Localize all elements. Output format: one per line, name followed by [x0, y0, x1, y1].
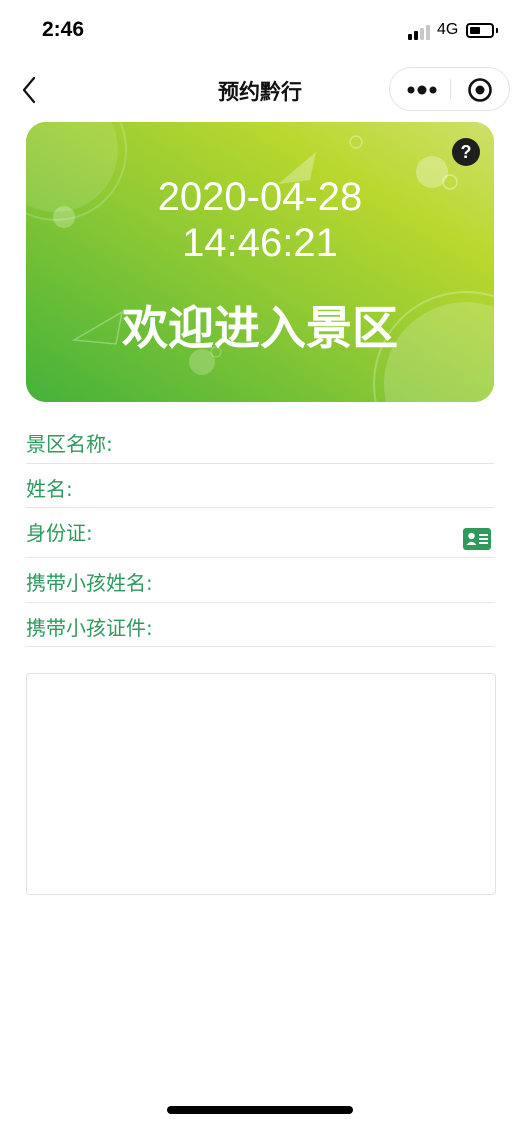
chevron-left-icon: [22, 76, 36, 104]
battery-icon: [466, 23, 494, 38]
close-miniprogram-button[interactable]: [456, 72, 504, 106]
form-row-scenic-name[interactable]: 景区名称:: [26, 428, 494, 464]
form-row-name[interactable]: 姓名:: [26, 473, 494, 508]
capsule-divider: [450, 79, 451, 99]
status-bar: 2:46 4G: [0, 0, 520, 60]
child-id-label: 携带小孩证件:: [26, 616, 153, 640]
form-row-child-name[interactable]: 携带小孩姓名:: [26, 567, 494, 603]
nav-bar: 预约黔行: [0, 62, 520, 118]
id-card-icon[interactable]: [463, 528, 491, 550]
form-row-id-number[interactable]: 身份证:: [26, 517, 494, 558]
battery-cap: [496, 28, 498, 33]
welcome-banner: ? 2020-04-28 14:46:21 欢迎进入景区: [26, 122, 494, 402]
capsule-menu: [389, 67, 510, 111]
page: 2:46 4G 预约黔行 ? 2020-04-28 14:46:21 欢迎进入景…: [0, 0, 520, 1126]
child-name-label: 携带小孩姓名:: [26, 571, 153, 595]
signal-icon: [408, 24, 434, 40]
id-number-label: 身份证:: [26, 521, 93, 545]
banner-time: 14:46:21: [182, 221, 338, 265]
more-dots-icon: [407, 85, 437, 95]
battery-level: [470, 27, 480, 34]
status-time: 2:46: [42, 18, 85, 41]
help-button[interactable]: ?: [452, 138, 480, 166]
more-button[interactable]: [396, 72, 448, 106]
home-indicator[interactable]: [167, 1106, 353, 1114]
back-button[interactable]: [14, 74, 46, 106]
scenic-name-label: 景区名称:: [26, 432, 113, 456]
page-title: 预约黔行: [218, 80, 302, 104]
target-circle-icon: [468, 78, 492, 102]
banner-welcome-text: 欢迎进入景区: [122, 301, 398, 355]
network-type: 4G: [437, 21, 459, 38]
name-label: 姓名:: [26, 477, 73, 501]
notes-textarea[interactable]: [26, 673, 496, 895]
form-row-child-id[interactable]: 携带小孩证件:: [26, 612, 494, 647]
banner-date: 2020-04-28: [157, 175, 363, 219]
